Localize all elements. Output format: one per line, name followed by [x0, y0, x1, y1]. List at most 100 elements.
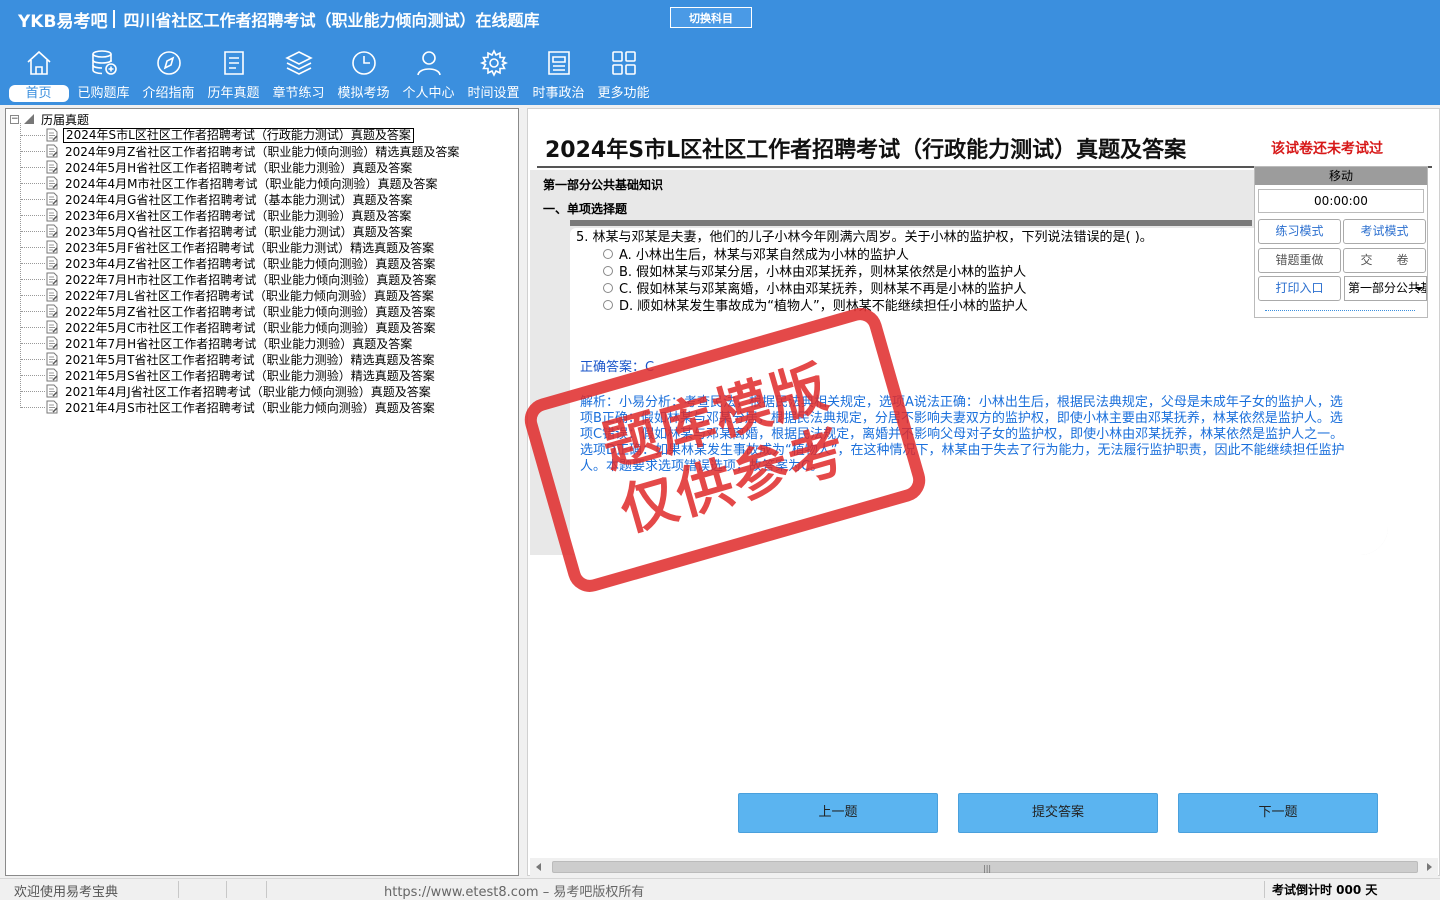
document-list-icon	[223, 51, 244, 75]
main-toolbar: 首页 已购题库 介绍指南 历年真题 章节练习 模拟考场 个人中心 时间设置 时事…	[6, 46, 656, 104]
tree-connector	[21, 358, 45, 360]
document-edit-icon	[46, 192, 58, 206]
redo-wrong-button[interactable]: 错题重做	[1258, 248, 1341, 273]
section-select[interactable]: 第一部分公共基础知识	[1344, 276, 1427, 301]
tree-item-label: 2022年5月Z省社区工作者招聘考试（职业能力倾向测验）真题及答案	[65, 304, 436, 319]
document-edit-icon	[46, 272, 58, 286]
toolbar-time-settings[interactable]: 时间设置	[461, 46, 526, 104]
toolbar-guide[interactable]: 介绍指南	[136, 46, 201, 104]
tree-item[interactable]: 2024年4月M市社区工作者招聘考试（职业能力倾向测验）真题及答案	[6, 175, 518, 191]
toolbar-purchased[interactable]: 已购题库	[71, 46, 136, 104]
tree-connector	[21, 294, 45, 296]
document-edit-icon	[46, 336, 58, 350]
toolbar-current-affairs[interactable]: 时事政治	[526, 46, 591, 104]
submit-answer-button[interactable]: 提交答案	[958, 793, 1158, 833]
tree-item[interactable]: 2024年5月H省社区工作者招聘考试（职业能力测验）真题及答案	[6, 159, 518, 175]
tree-item[interactable]: 2021年4月J省社区工作者招聘考试（职业能力倾向测验）真题及答案	[6, 383, 518, 399]
document-edit-icon	[46, 176, 58, 190]
next-question-button[interactable]: 下一题	[1178, 793, 1378, 833]
section-title: 第一部分公共基础知识	[543, 178, 664, 192]
control-panel-footer	[1265, 310, 1415, 311]
switch-subject-button[interactable]: 切换科目	[670, 7, 752, 28]
tree-item[interactable]: 2021年5月S省社区工作者招聘考试（职业能力测验）精选真题及答案	[6, 367, 518, 383]
option-d-radio[interactable]	[603, 299, 613, 310]
grip-icon: |||	[983, 864, 992, 873]
document-edit-icon	[46, 304, 58, 318]
toolbar-past-exams[interactable]: 历年真题	[201, 46, 266, 104]
toolbar-personal-center[interactable]: 个人中心	[396, 46, 461, 104]
tree-item[interactable]: 2023年4月Z省社区工作者招聘考试（职业能力倾向测验）真题及答案	[6, 255, 518, 271]
tree-item-label: 2022年7月H市社区工作者招聘考试（职业能力倾向测验）真题及答案	[65, 272, 437, 287]
toolbar-guide-label: 介绍指南	[142, 86, 195, 101]
tree-connector	[21, 342, 45, 344]
tree-item[interactable]: 2023年5月F省社区工作者招聘考试（职业能力测试）精选真题及答案	[6, 239, 518, 255]
document-edit-icon	[46, 368, 58, 382]
toolbar-time-settings-label: 时间设置	[467, 86, 520, 101]
tree-item[interactable]: 2024年S市L区社区工作者招聘考试（行政能力测试）真题及答案	[6, 127, 518, 143]
app-header: YKB易考吧 四川省社区工作者招聘考试（职业能力倾向测试）在线题库 切换科目 首…	[0, 0, 1440, 105]
toolbar-chapter-practice-label: 章节练习	[272, 86, 325, 101]
toolbar-home-label: 首页	[8, 85, 69, 102]
tree-item[interactable]: 2022年5月Z省社区工作者招聘考试（职业能力倾向测验）真题及答案	[6, 303, 518, 319]
tree-item-label: 2024年4月G省社区工作者招聘考试（基本能力测试）真题及答案	[65, 192, 413, 207]
tree-item[interactable]: 2023年5月Q省社区工作者招聘考试（职业能力测试）真题及答案	[6, 223, 518, 239]
exam-countdown: 考试倒计时 000 天	[1272, 883, 1378, 897]
document-edit-icon	[46, 288, 58, 302]
correct-answer: 正确答案：C	[580, 360, 655, 375]
tree-connector	[21, 326, 45, 328]
toolbar-personal-center-label: 个人中心	[402, 86, 455, 101]
brand-divider	[113, 10, 116, 28]
tree-root-label: 历届真题	[41, 112, 90, 127]
tree-connector	[21, 390, 45, 392]
prev-question-button[interactable]: 上一题	[738, 793, 938, 833]
option-c-radio[interactable]	[603, 282, 613, 293]
database-icon	[91, 50, 117, 75]
tree-item-label: 2023年5月Q省社区工作者招聘考试（职业能力测试）真题及答案	[65, 224, 413, 239]
document-edit-icon	[46, 384, 58, 398]
tree-item[interactable]: 2022年5月C市社区工作者招聘考试（职业能力倾向测验）真题及答案	[6, 319, 518, 335]
status-divider	[1264, 881, 1265, 898]
tree-item[interactable]: 2022年7月L省社区工作者招聘考试（职业能力倾向测验）真题及答案	[6, 287, 518, 303]
paper-title: 2024年S市L区社区工作者招聘考试（行政能力测试）真题及答案	[545, 138, 1187, 163]
tree-item[interactable]: 2024年4月G省社区工作者招聘考试（基本能力测试）真题及答案	[6, 191, 518, 207]
toolbar-chapter-practice[interactable]: 章节练习	[266, 46, 331, 104]
document-edit-icon	[46, 208, 58, 222]
tree-item-label: 2022年5月C市社区工作者招聘考试（职业能力倾向测验）真题及答案	[65, 320, 436, 335]
tree-connector	[21, 374, 45, 376]
tree-item[interactable]: 2021年5月T省社区工作者招聘考试（职业能力测验）精选真题及答案	[6, 351, 518, 367]
practice-mode-button[interactable]: 练习模式	[1258, 219, 1341, 244]
toolbar-home[interactable]: 首页	[6, 46, 71, 104]
tree-connector	[21, 198, 45, 200]
exam-mode-button[interactable]: 考试模式	[1343, 219, 1426, 244]
scrollbar-thumb[interactable]: |||	[552, 861, 1418, 873]
document-edit-icon	[46, 144, 58, 158]
paper-status: 该试卷还未考试过	[1271, 141, 1383, 157]
scroll-right-icon[interactable]	[1427, 863, 1432, 871]
option-d[interactable]: D. 顺如林某发生事故成为“植物人”，则林某不能继续担任小林的监护人	[603, 295, 1028, 314]
toolbar-mock-exam[interactable]: 模拟考场	[331, 46, 396, 104]
tree-connector	[21, 262, 45, 264]
option-b-radio[interactable]	[603, 265, 613, 276]
tree-item-label: 2024年5月H省社区工作者招聘考试（职业能力测验）真题及答案	[65, 160, 413, 175]
tree-item-label: 2024年4月M市社区工作者招聘考试（职业能力倾向测验）真题及答案	[65, 176, 438, 191]
tree-item-label: 2023年4月Z省社区工作者招聘考试（职业能力倾向测验）真题及答案	[65, 256, 436, 271]
tree-item[interactable]: 2021年7月H省社区工作者招聘考试（职业能力测验）真题及答案	[6, 335, 518, 351]
option-a-radio[interactable]	[603, 248, 613, 259]
tree-root[interactable]: − 历届真题	[10, 111, 89, 127]
tree-connector	[21, 246, 45, 248]
tree-item[interactable]: 2022年7月H市社区工作者招聘考试（职业能力倾向测验）真题及答案	[6, 271, 518, 287]
tree-collapse-toggle[interactable]: −	[10, 114, 19, 124]
print-entry-button[interactable]: 打印入口	[1258, 276, 1341, 301]
status-divider	[178, 881, 179, 898]
exam-tree-panel[interactable]: − 历届真题 2024年S市L区社区工作者招聘考试（行政能力测试）真题及答案 20…	[5, 108, 519, 876]
tree-item[interactable]: 2024年9月Z省社区工作者招聘考试（职业能力倾向测验）精选真题及答案	[6, 143, 518, 159]
move-handle[interactable]: 移动	[1255, 167, 1427, 185]
tree-item[interactable]: 2023年6月X省社区工作者招聘考试（职业能力测验）真题及答案	[6, 207, 518, 223]
scroll-left-icon[interactable]	[536, 863, 541, 871]
horizontal-scrollbar[interactable]: |||	[530, 858, 1438, 876]
tree-item[interactable]: 2021年4月S市社区工作者招聘考试（职业能力倾向测验）真题及答案	[6, 399, 518, 415]
submit-paper-button[interactable]: 交 卷	[1343, 248, 1426, 273]
document-edit-icon	[46, 256, 58, 270]
document-edit-icon	[46, 160, 58, 174]
toolbar-more[interactable]: 更多功能	[591, 46, 656, 104]
